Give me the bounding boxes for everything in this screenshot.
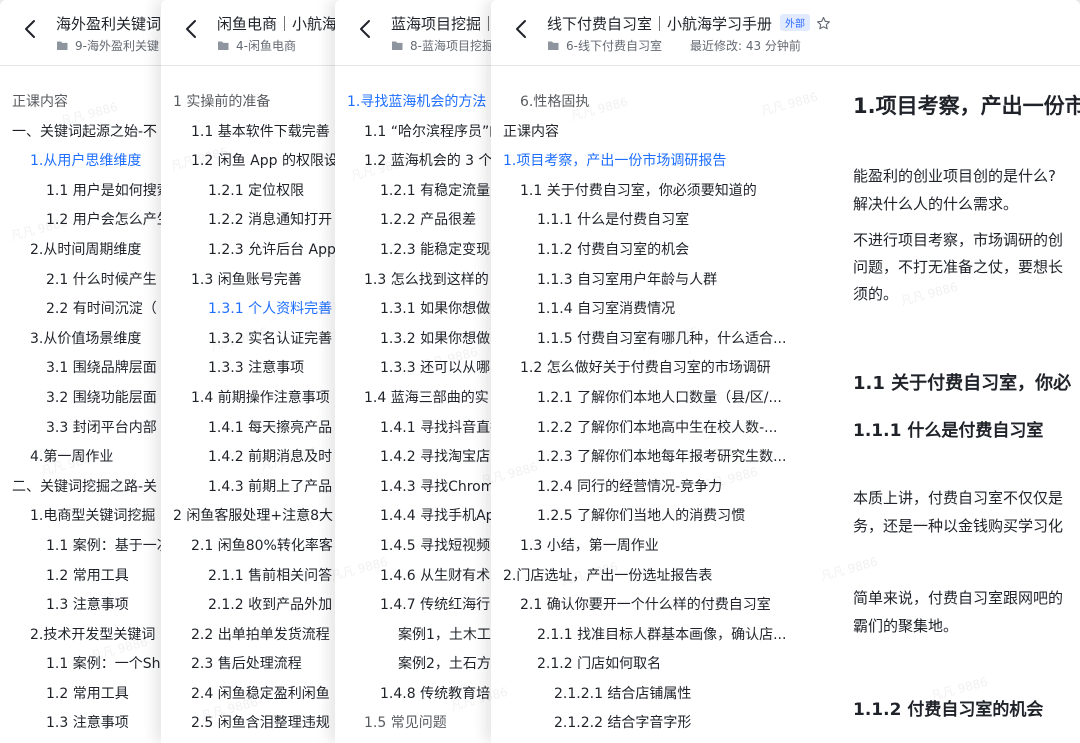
folder-icon	[56, 40, 69, 51]
heading-1: 1.项目考察，产出一份市	[853, 94, 1080, 118]
paragraph-line: 不进行项目考察，市场调研的创	[853, 231, 1064, 249]
external-badge: 外部	[780, 14, 811, 31]
toc-item[interactable]: 1.2.3 了解你们本地每年报考研究生数...	[491, 443, 821, 473]
doc-title: 海外盈利关键词	[56, 15, 162, 33]
doc-path[interactable]: 8-蓝海项目挖掘	[391, 37, 494, 54]
toc-item[interactable]: 2.门店选址，产出一份选址报告表	[491, 562, 821, 592]
star-icon[interactable]	[816, 16, 831, 31]
toc-item[interactable]: 1.1.1 什么是付费自习室	[491, 206, 821, 236]
heading-3: 1.1.1 什么是付费自习室	[853, 421, 1044, 441]
toc-item[interactable]: 6.性格固执	[491, 88, 821, 118]
paragraph-line: 能盈利的创业项目创的是什么?	[853, 167, 1056, 185]
last-modified: 最近修改: 43 分钟前	[689, 39, 801, 53]
toc-item[interactable]: 1.1.3 自习室用户年龄与人群	[491, 266, 821, 296]
doc-title: 闲鱼电商｜小航海	[217, 15, 338, 33]
heading-2: 1.1 关于付费自习室，你必	[853, 373, 1072, 394]
back-icon[interactable]	[509, 16, 535, 42]
toc-item[interactable]: 1.1.2 付费自习室的机会	[491, 236, 821, 266]
toc-item[interactable]: 2.1.2.1 结合店铺属性	[491, 680, 821, 710]
toc-item[interactable]: 1.1 关于付费自习室，你必须要知道的	[491, 177, 821, 207]
paragraph-line: 问题，不打无准备之仗，要想长	[853, 258, 1064, 276]
doc-title-row: 线下付费自习室｜小航海学习手册 外部	[547, 13, 831, 34]
toc-item[interactable]: 2.1 确认你要开一个什么样的付费自习室	[491, 591, 821, 621]
table-of-contents: 6.性格固执 正课内容 1.项目考察，产出一份市场调研报告 1.1 关于付费自习室，你…	[491, 88, 821, 743]
toc-item[interactable]: 1.1.5 付费自习室有哪几种，什么适合...	[491, 325, 821, 355]
toc-item[interactable]: 1.2.1 了解你们本地人口数量（县/区/...	[491, 384, 821, 414]
toc-item[interactable]: 2.1.2 门店如何取名	[491, 650, 821, 680]
toc-item[interactable]: 1.2.4 同行的经营情况-竞争力	[491, 473, 821, 503]
doc-title: 线下付费自习室｜小航海学习手册	[547, 15, 773, 33]
paragraph-line: 简单来说，付费自习室跟网吧的	[853, 589, 1064, 607]
doc-path-label: 4-闲鱼电商	[236, 39, 296, 53]
toc-item[interactable]: 1.2.5 了解你们当地人的消费习惯	[491, 502, 821, 532]
toc-item[interactable]: 1.项目考察，产出一份市场调研报告	[491, 147, 821, 177]
toc-item[interactable]: 正课内容	[491, 118, 821, 148]
paragraph-line: 本质上讲，付费自习室不仅仅是	[853, 489, 1064, 507]
doc-window-study-room: 线下付费自习室｜小航海学习手册 外部 6-线下付费自习室 最近修改: 43 分钟前…	[491, 0, 1080, 743]
folder-icon	[391, 40, 404, 51]
folder-icon	[217, 40, 230, 51]
back-icon[interactable]	[179, 16, 205, 42]
doc-path-label: 8-蓝海项目挖掘	[410, 39, 494, 53]
doc-title: 蓝海项目挖掘｜	[391, 15, 497, 33]
paragraph-line: 霸们的聚集地。	[853, 617, 959, 635]
toc-item[interactable]: 2.1.1 找准目标人群基本画像，确认店...	[491, 621, 821, 651]
doc-path-label: 6-线下付费自习室	[566, 39, 662, 53]
doc-path-label: 9-海外盈利关键	[75, 39, 159, 53]
doc-path[interactable]: 9-海外盈利关键	[56, 37, 159, 54]
paragraph-line: 解决什么人的什么需求。	[853, 195, 1019, 213]
doc-body: 1.项目考察，产出一份市 能盈利的创业项目创的是什么? 解决什么人的什么需求。 …	[853, 66, 1080, 743]
toc-item[interactable]: 1.2 怎么做好关于付费自习室的市场调研	[491, 354, 821, 384]
back-icon[interactable]	[353, 16, 379, 42]
toc-item[interactable]: 1.3 小结，第一周作业	[491, 532, 821, 562]
paragraph-line: 须的。	[853, 285, 899, 303]
folder-icon	[547, 40, 560, 51]
doc-path[interactable]: 4-闲鱼电商	[217, 37, 296, 54]
doc-path[interactable]: 6-线下付费自习室 最近修改: 43 分钟前	[547, 37, 801, 54]
toc-item[interactable]: 2.1.2.2 结合字音字形	[491, 709, 821, 739]
back-icon[interactable]	[18, 16, 44, 42]
doc-header: 线下付费自习室｜小航海学习手册 外部 6-线下付费自习室 最近修改: 43 分钟前	[491, 0, 1080, 66]
toc-item[interactable]: 1.1.4 自习室消费情况	[491, 295, 821, 325]
toc-item[interactable]: 1.2.2 了解你们本地高中生在校人数-...	[491, 414, 821, 444]
heading-3: 1.1.2 付费自习室的机会	[853, 700, 1044, 720]
paragraph-line: 务，还是一种以金钱购买学习化	[853, 517, 1064, 535]
